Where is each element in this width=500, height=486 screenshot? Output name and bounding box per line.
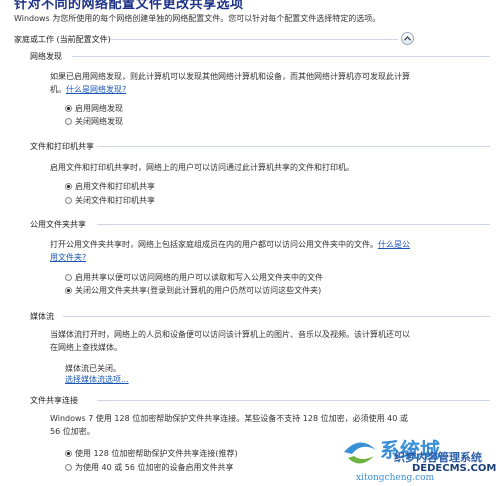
media-heading: 媒体流 (30, 312, 54, 321)
public-on-option[interactable]: 启用共享以便可以访问网络的用户可以读取和写入公用文件夹中的文件 (65, 272, 323, 283)
profile-label: 家庭或工作 (当前配置文件) (14, 35, 111, 44)
chevron-up-icon (404, 36, 411, 41)
media-divider (63, 316, 490, 317)
radio-unselected[interactable] (65, 197, 72, 204)
radio-unselected[interactable] (65, 274, 72, 281)
discovery-desc: 如果已启用网络发现，则此计算机可以发现其他网络计算机和设备，而其他网络计算机亦可… (50, 72, 410, 94)
fileshare-heading: 文件共享连接 (30, 396, 78, 405)
radio-selected[interactable] (65, 183, 72, 190)
discovery-heading: 网络发现 (30, 52, 62, 61)
fileprint-desc: 启用文件和打印机共享时，网络上的用户可以访问通过此计算机共享的文件和打印机。 (50, 163, 354, 172)
collapse-button[interactable] (401, 32, 414, 45)
discovery-divider (72, 56, 490, 57)
radio-unselected[interactable] (65, 464, 72, 471)
discovery-on-option[interactable]: 启用网络发现 (65, 103, 123, 114)
media-options-link[interactable]: 选择媒体流选项... (65, 373, 129, 386)
fileprint-heading: 文件和打印机共享 (30, 142, 94, 151)
discovery-help-link[interactable]: 什么是网络发现? (66, 85, 126, 94)
media-desc: 当媒体流打开时，网络上的人员和设备便可以访问该计算机上的图片、音乐以及视频。该计… (50, 330, 410, 352)
watermark-logo (344, 442, 376, 464)
public-heading: 公用文件夹共享 (30, 220, 86, 229)
watermark-url: xitongcheng.com (356, 473, 435, 483)
fileshare-128-option[interactable]: 使用 128 位加密帮助保护文件共享连接(推荐) (65, 448, 238, 459)
public-off-option[interactable]: 关闭公用文件夹共享(登录到此计算机的用户仍然可以访问这些文件夹) (65, 285, 321, 296)
radio-selected[interactable] (65, 105, 72, 112)
public-desc: 打开公用文件夹共享时，网络上包括家庭组成员在内的用户都可以访问公用文件夹中的文件… (50, 240, 410, 262)
radio-unselected[interactable] (65, 118, 72, 125)
fileprint-off-option[interactable]: 关闭文件和打印机共享 (65, 195, 155, 206)
radio-selected[interactable] (65, 450, 72, 457)
fileshare-40-56-option[interactable]: 为使用 40 或 56 位加密的设备启用文件共享 (65, 462, 234, 473)
fileshare-divider (97, 400, 490, 401)
fileprint-divider (97, 146, 490, 147)
page-title: 针对不同的网络配置文件更改共享选项 (14, 0, 244, 12)
page-intro: Windows 为您所使用的每个网络创建单独的网络配置文件。您可以针对每个配置文… (14, 14, 381, 23)
fileprint-on-option[interactable]: 启用文件和打印机共享 (65, 181, 155, 192)
profile-divider (110, 39, 398, 40)
discovery-off-option[interactable]: 关闭网络发现 (65, 116, 123, 127)
public-divider (97, 224, 490, 225)
radio-selected[interactable] (65, 287, 72, 294)
